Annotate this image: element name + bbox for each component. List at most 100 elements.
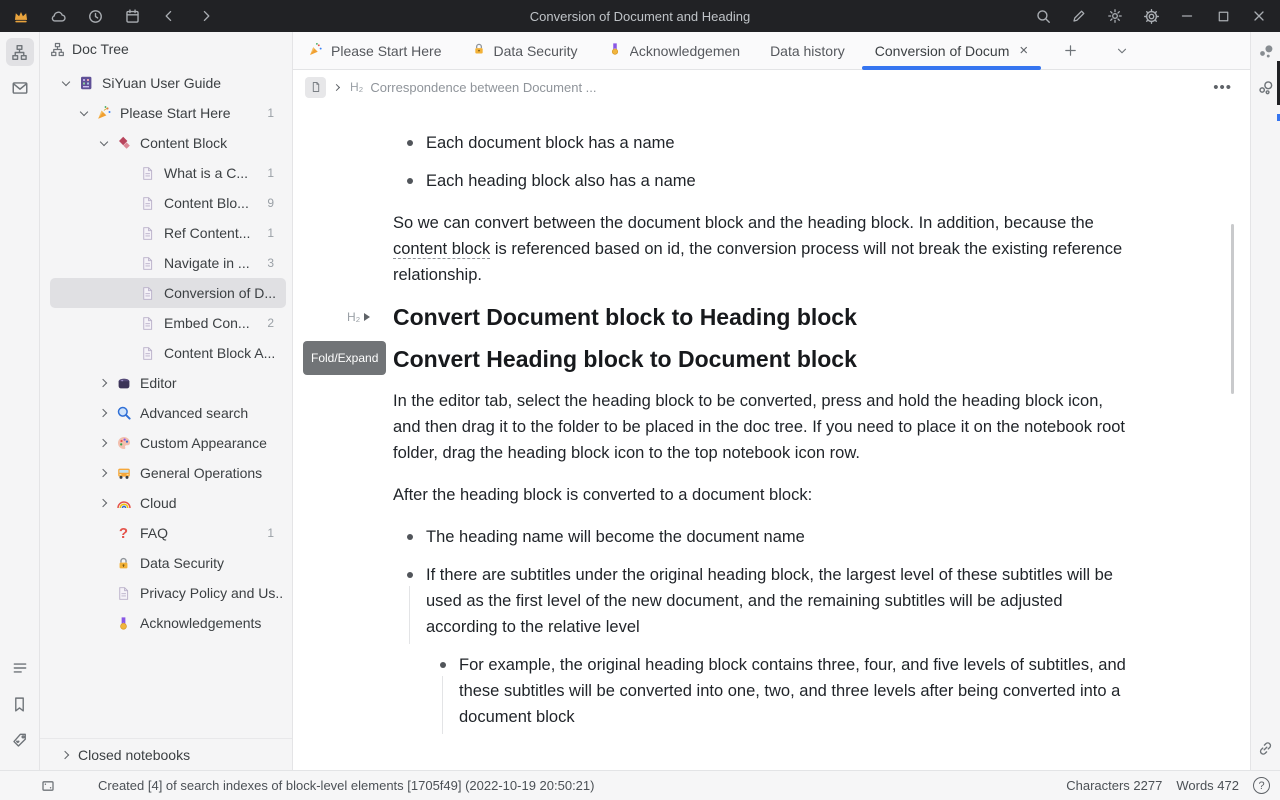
chevron-placeholder [96, 608, 112, 638]
doctree-item-please-start-here[interactable]: Please Start Here 1 [50, 98, 286, 128]
edit-pencil-icon[interactable] [1068, 5, 1090, 27]
chevron-right-icon[interactable] [96, 398, 112, 428]
fold-expand-tooltip: Fold/Expand [303, 341, 386, 375]
doc-tree-icon [50, 42, 65, 57]
doc-tree-dock-icon[interactable] [6, 38, 34, 66]
breadcrumb-doc-icon[interactable] [305, 77, 326, 98]
graph-view-icon[interactable] [1254, 40, 1278, 64]
tab-please-start-here[interactable]: Please Start Here [293, 32, 457, 70]
fold-triangle-icon[interactable] [364, 313, 370, 321]
search-icon[interactable] [1032, 5, 1054, 27]
tag-icon[interactable] [6, 726, 34, 754]
doctree-item-siyuan-user-guide[interactable]: SiYuan User Guide [50, 68, 286, 98]
tab-data-security[interactable]: Data Security [457, 32, 593, 70]
breadcrumb-chevron-icon [333, 79, 343, 95]
document-icon [138, 224, 157, 242]
doctree-item-content-blo[interactable]: Content Blo... 9 [50, 188, 286, 218]
tab-conversion-of-document[interactable]: Conversion of Docum × [860, 32, 1043, 70]
tab-close-icon[interactable]: × [1019, 43, 1028, 58]
doctree-item-conversion-of-d[interactable]: Conversion of D... [50, 278, 286, 308]
forward-icon[interactable] [195, 5, 217, 27]
list-item[interactable]: The heading name will become the documen… [393, 524, 1130, 550]
chevron-down-icon[interactable] [76, 98, 92, 128]
chevron-down-icon[interactable] [58, 68, 74, 98]
heading-convert-heading-to-document[interactable]: Convert Heading block to Document block [393, 346, 1130, 372]
help-icon[interactable]: ? [1253, 777, 1270, 794]
global-graph-icon[interactable] [1254, 76, 1278, 100]
doc-count: 1 [267, 226, 282, 240]
theme-sun-icon[interactable] [1104, 5, 1126, 27]
back-icon[interactable] [158, 5, 180, 27]
backlinks-link-icon[interactable] [1254, 736, 1278, 760]
doctree-item-content-block[interactable]: Content Block [50, 128, 286, 158]
doctree-item-custom-appearance[interactable]: Custom Appearance [50, 428, 286, 458]
history-icon[interactable] [84, 5, 106, 27]
status-export-icon[interactable] [40, 778, 56, 794]
list-item[interactable]: Each document block has a name [393, 130, 1130, 156]
tab-list-chevron-down-icon[interactable] [1109, 38, 1135, 64]
paragraph[interactable]: In the editor tab, select the heading bl… [393, 388, 1130, 466]
chevron-placeholder [96, 578, 112, 608]
editor-scrollbar[interactable] [1231, 224, 1234, 394]
paragraph[interactable]: So we can convert between the document b… [393, 210, 1130, 288]
doctree-item-navigate-in[interactable]: Navigate in ... 3 [50, 248, 286, 278]
heading-gutter[interactable]: H₂ [347, 304, 370, 330]
list-item[interactable]: For example, the original heading block … [426, 652, 1130, 730]
bookmark-icon[interactable] [6, 690, 34, 718]
chevron-right-icon[interactable] [96, 428, 112, 458]
status-bar: Created [4] of search indexes of block-l… [0, 770, 1280, 800]
daily-note-calendar-icon[interactable] [121, 5, 143, 27]
list-item[interactable]: If there are subtitles under the origina… [393, 562, 1130, 640]
doc-count: 1 [267, 106, 282, 120]
bullet-dot [407, 140, 413, 146]
chevron-right-icon[interactable] [96, 488, 112, 518]
doctree-item-what-is-a-c[interactable]: What is a C... 1 [50, 158, 286, 188]
chevron-placeholder [96, 518, 112, 548]
more-options-button[interactable]: ••• [1207, 79, 1238, 96]
doctree-item-ref-content[interactable]: Ref Content... 1 [50, 218, 286, 248]
minimize-icon[interactable] [1176, 5, 1198, 27]
close-icon[interactable] [1248, 5, 1270, 27]
settings-gear-icon[interactable] [1140, 5, 1162, 27]
maximize-icon[interactable] [1212, 5, 1234, 27]
doctree-item-data-security[interactable]: Data Security [50, 548, 286, 578]
paragraph[interactable]: After the heading block is converted to … [393, 482, 1130, 508]
doctree-item-general-operations[interactable]: General Operations [50, 458, 286, 488]
sync-cloud-icon[interactable] [47, 5, 69, 27]
chevron-right-icon[interactable] [96, 368, 112, 398]
workspace-crown-icon[interactable] [10, 5, 32, 27]
closed-notebooks-toggle[interactable]: Closed notebooks [40, 738, 292, 770]
doctree-item-advanced-search[interactable]: Advanced search [50, 398, 286, 428]
block-ref-link[interactable]: content block [393, 240, 490, 259]
new-tab-button[interactable] [1057, 38, 1083, 64]
chevron-right-icon [60, 740, 72, 770]
heading-convert-document-to-heading[interactable]: H₂ Fold/Expand Convert Document block to… [393, 304, 1130, 330]
nested-list: For example, the original heading block … [426, 652, 1130, 730]
doctree-item-privacy-policy[interactable]: Privacy Policy and Us... [50, 578, 286, 608]
doc-tree-header: Doc Tree [40, 32, 292, 66]
doctree-item-content-block-a[interactable]: Content Block A... [50, 338, 286, 368]
main-area: Doc Tree SiYuan User Guide Please Start … [0, 32, 1280, 770]
tab-data-history[interactable]: Data history [755, 32, 860, 70]
doctree-item-faq[interactable]: ? FAQ 1 [50, 518, 286, 548]
doctree-item-editor[interactable]: Editor [50, 368, 286, 398]
bullet-dot [407, 572, 413, 578]
doctree-item-embed-con[interactable]: Embed Con... 2 [50, 308, 286, 338]
chevron-down-icon[interactable] [96, 128, 112, 158]
breadcrumb-text[interactable]: Correspondence between Document ... [370, 80, 596, 95]
chevron-right-icon[interactable] [96, 458, 112, 488]
doc-tree-panel: Doc Tree SiYuan User Guide Please Start … [40, 32, 293, 770]
outline-icon[interactable] [6, 654, 34, 682]
status-message: Created [4] of search indexes of block-l… [98, 778, 594, 793]
document-icon [138, 254, 157, 272]
doctree-item-cloud[interactable]: Cloud [50, 488, 286, 518]
doctree-item-acknowledgements[interactable]: Acknowledgements [50, 608, 286, 638]
medal-icon [608, 42, 622, 59]
document-content[interactable]: Each document block has a name Each head… [293, 104, 1250, 770]
chevron-placeholder [96, 548, 112, 578]
inbox-mail-icon[interactable] [6, 74, 34, 102]
list-item[interactable]: Each heading block also has a name [393, 168, 1130, 194]
right-dock [1250, 32, 1280, 770]
tab-acknowledgements[interactable]: Acknowledgemen [593, 32, 756, 70]
magnifier-icon [114, 404, 133, 422]
